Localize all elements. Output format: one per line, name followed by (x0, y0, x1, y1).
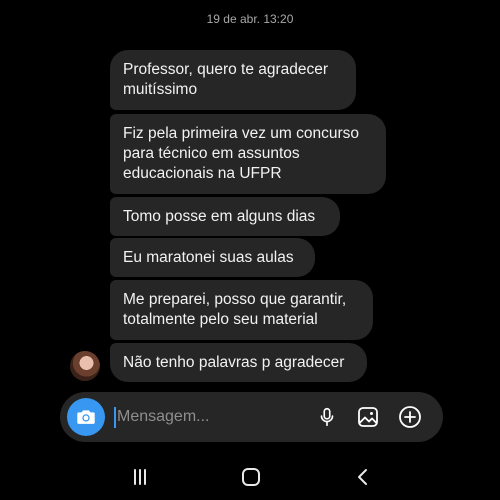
home-icon (242, 468, 260, 486)
camera-icon (77, 410, 95, 424)
back-button[interactable] (349, 463, 377, 491)
plus-circle-icon (399, 406, 421, 428)
message-bubble[interactable]: Eu maratonei suas aulas (110, 238, 315, 277)
sender-avatar[interactable] (70, 351, 100, 381)
message-bubble[interactable]: Tomo posse em alguns dias (110, 197, 340, 236)
recent-apps-icon (134, 469, 146, 485)
gallery-button[interactable] (356, 405, 380, 429)
microphone-icon (320, 407, 334, 427)
home-button[interactable] (237, 463, 265, 491)
message-input[interactable] (117, 404, 297, 430)
text-cursor (114, 407, 116, 428)
image-icon (358, 407, 378, 427)
chat-screen: 19 de abr. 13:20 Professor, quero te agr… (0, 0, 500, 500)
message-bubble[interactable]: Professor, quero te agradecer muitíssimo (110, 50, 356, 110)
system-navigation-bar (0, 455, 500, 500)
message-composer (60, 392, 443, 442)
back-icon (358, 469, 367, 485)
camera-button[interactable] (67, 398, 105, 436)
message-bubble[interactable]: Me preparei, posso que garantir, totalme… (110, 280, 373, 340)
message-timestamp: 19 de abr. 13:20 (206, 12, 294, 26)
recent-apps-button[interactable] (126, 463, 154, 491)
message-bubble[interactable]: Não tenho palavras p agradecer (110, 343, 367, 382)
message-bubble[interactable]: Fiz pela primeira vez um concurso para t… (110, 114, 386, 194)
add-button[interactable] (398, 405, 422, 429)
microphone-button[interactable] (315, 405, 339, 429)
